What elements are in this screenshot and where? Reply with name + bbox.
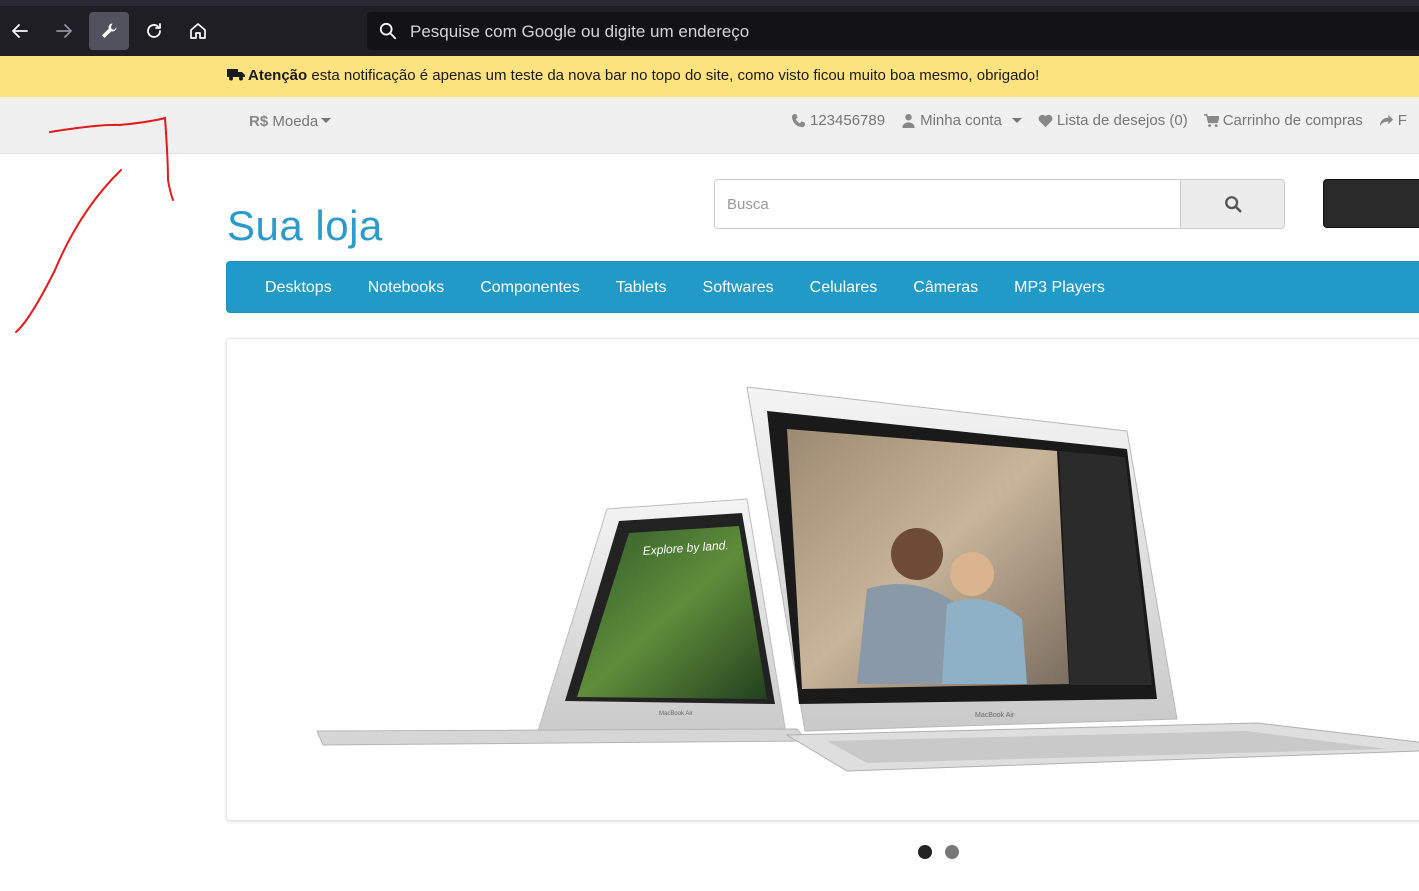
home-icon: [190, 23, 206, 39]
slide-dot-2[interactable]: [945, 845, 959, 859]
slide-dot-1[interactable]: [918, 845, 932, 859]
account-dropdown[interactable]: Minha conta: [901, 112, 1022, 129]
forward-arrow-icon: [56, 24, 72, 38]
currency-dropdown[interactable]: R$ Moeda: [249, 113, 332, 130]
heart-icon: [1038, 114, 1053, 128]
notification-message: esta notificação é apenas um teste da no…: [307, 67, 1040, 84]
back-arrow-icon: [12, 24, 28, 38]
reload-button[interactable]: [134, 12, 174, 50]
shopping-cart-icon: [1203, 114, 1219, 128]
user-icon: [902, 113, 915, 128]
currency-symbol: R$: [249, 113, 269, 130]
slideshow-banner[interactable]: Explore by land. MacBook Air MacBook Air: [226, 338, 1419, 821]
wrench-icon: [102, 23, 117, 38]
currency-label: Moeda: [272, 113, 319, 130]
menu-item-notebooks[interactable]: Notebooks: [350, 279, 463, 297]
checkout-label: F: [1397, 112, 1407, 129]
search-button[interactable]: [1180, 179, 1285, 229]
url-bar[interactable]: Pesquise com Google ou digite um endereç…: [367, 12, 1419, 50]
reload-icon: [147, 23, 161, 38]
home-button[interactable]: [178, 12, 218, 50]
small-laptop-brand: MacBook Air: [659, 711, 693, 717]
search-icon: [1224, 196, 1241, 213]
search-icon: [379, 22, 397, 40]
truck-icon: [227, 69, 245, 81]
checkout-link[interactable]: F: [1379, 112, 1407, 129]
search-input[interactable]: Busca: [714, 179, 1181, 229]
notification-bar: Atenção esta notificação é apenas um tes…: [0, 56, 1419, 97]
account-label: Minha conta: [920, 112, 1002, 129]
menu-item-cameras[interactable]: Câmeras: [895, 279, 996, 297]
header-cart-button[interactable]: [1323, 179, 1419, 228]
notification-title: Atenção: [248, 67, 308, 84]
browser-toolbar: Pesquise com Google ou digite um endereç…: [0, 0, 1419, 56]
caret-down-icon: [321, 118, 332, 123]
phone-link[interactable]: 123456789: [791, 112, 885, 129]
large-laptop-brand: MacBook Air: [975, 712, 1015, 719]
menu-item-tablets[interactable]: Tablets: [598, 279, 685, 297]
category-menu: Desktops Notebooks Componentes Tablets S…: [226, 261, 1419, 313]
share-arrow-icon: [1379, 114, 1393, 127]
phone-icon: [791, 113, 806, 128]
forward-button[interactable]: [44, 12, 84, 50]
menu-item-mp3-players[interactable]: MP3 Players: [996, 279, 1123, 297]
tools-button[interactable]: [89, 12, 129, 50]
menu-item-componentes[interactable]: Componentes: [462, 279, 598, 297]
slideshow-pagination: [918, 845, 959, 859]
wishlist-link[interactable]: Lista de desejos (0): [1038, 112, 1188, 129]
top-links-bar: R$ Moeda 123456789 Minha conta Lista de …: [0, 97, 1419, 154]
menu-item-desktops[interactable]: Desktops: [247, 279, 350, 297]
top-links: 123456789 Minha conta Lista de desejos (…: [791, 112, 1407, 129]
menu-item-softwares[interactable]: Softwares: [685, 279, 792, 297]
url-placeholder: Pesquise com Google ou digite um endereç…: [410, 22, 750, 41]
store-logo[interactable]: Sua loja: [227, 202, 383, 250]
back-button[interactable]: [0, 12, 40, 50]
cart-link[interactable]: Carrinho de compras: [1203, 112, 1363, 129]
phone-number: 123456789: [810, 112, 886, 129]
caret-down-icon: [1011, 118, 1022, 123]
notification-text: Atenção esta notificação é apenas um tes…: [227, 67, 1039, 84]
wishlist-label: Lista de desejos (0): [1056, 112, 1188, 129]
red-annotation-arrow: [15, 116, 174, 333]
cart-label: Carrinho de compras: [1222, 112, 1363, 129]
macbook-air-image: Explore by land. MacBook Air MacBook Air: [316, 386, 1419, 772]
menu-item-celulares[interactable]: Celulares: [792, 279, 896, 297]
